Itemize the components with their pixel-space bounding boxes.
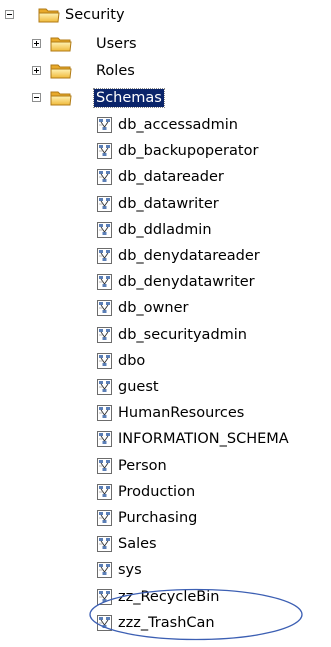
tree-node-label: Schemas <box>93 88 165 108</box>
folder-icon <box>50 35 72 52</box>
folder-icon <box>50 62 72 79</box>
tree-node-schema[interactable]: HumanResources <box>0 402 331 424</box>
schema-icon <box>96 221 113 239</box>
schema-icon <box>96 430 113 448</box>
tree-node-label: HumanResources <box>118 405 245 421</box>
object-explorer-tree: Security Users Roles Schemas db_accessad… <box>0 0 331 647</box>
tree-node-schema[interactable]: db_datareader <box>0 166 331 188</box>
tree-node-label: db_ddladmin <box>118 222 212 238</box>
tree-node-label: zzz_TrashCan <box>118 615 215 631</box>
tree-node-schema[interactable]: sys <box>0 559 331 581</box>
tree-node-schema[interactable]: db_owner <box>0 297 331 319</box>
tree-node-label: Roles <box>96 63 135 79</box>
schema-icon <box>96 299 113 317</box>
schema-icon <box>96 483 113 501</box>
tree-node-label: db_datawriter <box>118 196 219 212</box>
tree-node-label: INFORMATION_SCHEMA <box>118 431 289 447</box>
schema-icon <box>96 273 113 291</box>
schema-icon <box>96 352 113 370</box>
tree-node-schemas[interactable]: Schemas <box>0 87 200 109</box>
tree-node-roles[interactable]: Roles <box>0 60 200 82</box>
folder-icon <box>50 89 72 106</box>
tree-node-label: db_backupoperator <box>118 143 259 159</box>
schema-icon <box>96 116 113 134</box>
tree-node-label: sys <box>118 562 142 578</box>
tree-node-schema[interactable]: INFORMATION_SCHEMA <box>0 428 331 450</box>
schema-icon <box>96 404 113 422</box>
tree-node-schema[interactable]: db_datawriter <box>0 193 331 215</box>
expand-icon[interactable] <box>32 39 41 48</box>
schema-icon <box>96 142 113 160</box>
tree-node-label: dbo <box>118 353 146 369</box>
tree-node-schema[interactable]: dbo <box>0 350 331 372</box>
tree-node-schema[interactable]: Purchasing <box>0 507 331 529</box>
tree-node-schema[interactable]: Production <box>0 481 331 503</box>
schema-icon <box>96 326 113 344</box>
tree-node-label: guest <box>118 379 159 395</box>
collapse-icon[interactable] <box>5 10 14 19</box>
tree-node-label: db_accessadmin <box>118 117 238 133</box>
schema-icon <box>96 561 113 579</box>
schema-icon <box>96 509 113 527</box>
tree-node-label: Person <box>118 458 167 474</box>
collapse-icon[interactable] <box>32 93 41 102</box>
tree-node-schema[interactable]: guest <box>0 376 331 398</box>
tree-node-schema[interactable]: zz_RecycleBin <box>0 586 331 608</box>
expand-icon[interactable] <box>32 66 41 75</box>
tree-node-schema[interactable]: Person <box>0 455 331 477</box>
tree-node-label: db_securityadmin <box>118 327 247 343</box>
schema-icon <box>96 247 113 265</box>
tree-node-label: Purchasing <box>118 510 198 526</box>
tree-node-label: zz_RecycleBin <box>118 589 220 605</box>
tree-node-label: db_owner <box>118 300 189 316</box>
tree-node-schema[interactable]: zzz_TrashCan <box>0 612 331 634</box>
tree-node-users[interactable]: Users <box>0 33 200 55</box>
schema-icon <box>96 457 113 475</box>
tree-node-label: Sales <box>118 536 157 552</box>
tree-node-schema[interactable]: db_denydatawriter <box>0 271 331 293</box>
tree-node-schema[interactable]: db_accessadmin <box>0 114 331 136</box>
tree-node-schema[interactable]: db_ddladmin <box>0 219 331 241</box>
tree-node-schema[interactable]: db_securityadmin <box>0 324 331 346</box>
schema-icon <box>96 614 113 632</box>
tree-node-label: db_denydatawriter <box>118 274 255 290</box>
schema-icon <box>96 535 113 553</box>
tree-node-schema[interactable]: Sales <box>0 533 331 555</box>
schema-icon <box>96 168 113 186</box>
tree-node-schema[interactable]: db_denydatareader <box>0 245 331 267</box>
folder-icon <box>38 6 60 23</box>
tree-node-label: db_denydatareader <box>118 248 260 264</box>
tree-node-label: Production <box>118 484 196 500</box>
schema-icon <box>96 588 113 606</box>
tree-node-label: Security <box>65 7 125 23</box>
tree-node-schema[interactable]: db_backupoperator <box>0 140 331 162</box>
tree-node-label: Users <box>96 36 137 52</box>
schema-icon <box>96 195 113 213</box>
tree-node-security[interactable]: Security <box>0 4 200 26</box>
tree-node-label: db_datareader <box>118 169 224 185</box>
schema-icon <box>96 378 113 396</box>
